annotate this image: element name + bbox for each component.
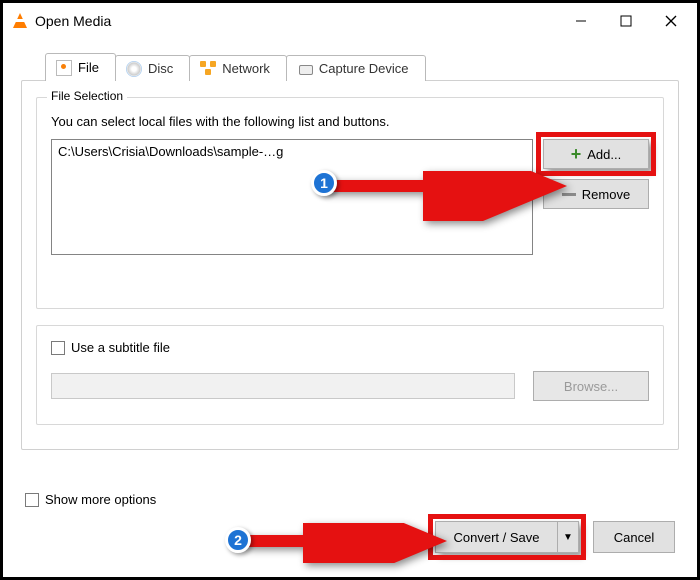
plus-icon: + (571, 145, 582, 163)
group-title: File Selection (47, 89, 127, 103)
titlebar: Open Media (3, 3, 697, 39)
file-list[interactable]: C:\Users\Crisia\Downloads\sample-…g (51, 139, 533, 255)
window-buttons (558, 6, 693, 36)
maximize-button[interactable] (603, 6, 648, 36)
capture-icon (297, 61, 313, 77)
tab-network[interactable]: Network (189, 55, 287, 81)
tab-disc-label: Disc (148, 61, 173, 76)
convert-save-button[interactable]: Convert / Save (435, 521, 557, 553)
tab-capture-label: Capture Device (319, 61, 409, 76)
help-text: You can select local files with the foll… (51, 114, 649, 129)
subtitle-group: Use a subtitle file Browse... (36, 325, 664, 425)
minimize-button[interactable] (558, 6, 603, 36)
add-button[interactable]: + Add... (543, 139, 649, 169)
tab-file[interactable]: File (45, 53, 116, 81)
window-title: Open Media (35, 13, 558, 29)
file-selection-group: File Selection You can select local file… (36, 97, 664, 309)
vlc-icon (11, 12, 29, 30)
file-icon (56, 60, 72, 76)
open-media-window: Open Media File Disc N (0, 0, 700, 580)
subtitle-checkbox[interactable] (51, 341, 65, 355)
tab-disc[interactable]: Disc (115, 55, 190, 81)
subtitle-path-input (51, 373, 515, 399)
tab-capture[interactable]: Capture Device (286, 55, 426, 81)
cancel-button[interactable]: Cancel (593, 521, 675, 553)
content-area: File Disc Network Capture Device File Se… (21, 53, 679, 559)
browse-button-label: Browse... (564, 379, 618, 394)
remove-button-label: Remove (582, 187, 630, 202)
show-more-label: Show more options (45, 492, 156, 507)
chevron-down-icon: ▼ (563, 532, 573, 543)
minus-icon (562, 193, 576, 196)
convert-save-label: Convert / Save (454, 530, 540, 545)
bottom-action-row: Convert / Save ▼ Cancel (21, 521, 679, 553)
show-more-options[interactable]: Show more options (25, 492, 156, 507)
add-button-label: Add... (587, 147, 621, 162)
tab-file-label: File (78, 60, 99, 75)
close-button[interactable] (648, 6, 693, 36)
subtitle-label: Use a subtitle file (71, 340, 170, 355)
cancel-button-label: Cancel (614, 530, 654, 545)
convert-save-dropdown[interactable]: ▼ (557, 521, 579, 553)
list-item[interactable]: C:\Users\Crisia\Downloads\sample-…g (56, 142, 528, 161)
network-icon (200, 61, 216, 77)
convert-save-splitbutton: Convert / Save ▼ (435, 521, 579, 553)
show-more-checkbox[interactable] (25, 493, 39, 507)
tab-network-label: Network (222, 61, 270, 76)
tab-bar: File Disc Network Capture Device (45, 53, 679, 81)
tab-panel: File Selection You can select local file… (21, 80, 679, 450)
browse-button: Browse... (533, 371, 649, 401)
disc-icon (126, 61, 142, 77)
remove-button[interactable]: Remove (543, 179, 649, 209)
